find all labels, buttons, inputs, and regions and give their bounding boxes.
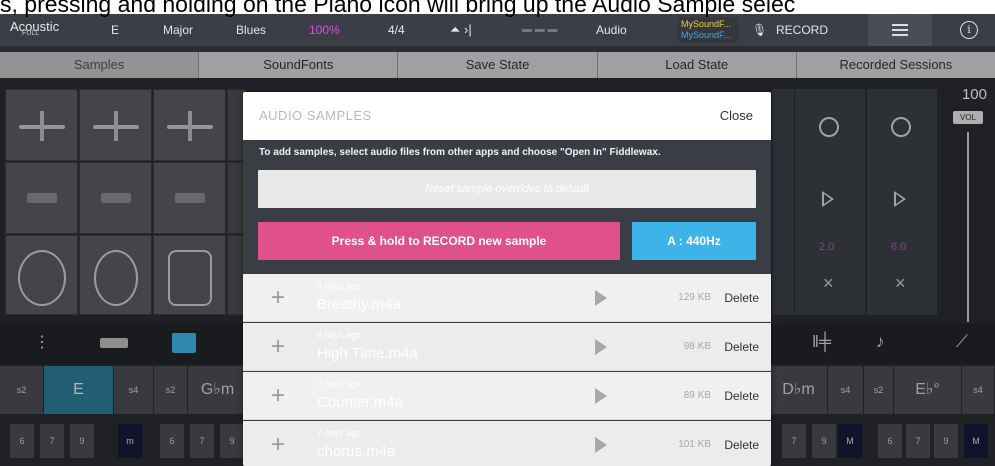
sample-row[interactable]: + 7 days ago chorus.m4a 101 KB Delete	[243, 421, 771, 466]
dialog-instructions: To add samples, select audio files from …	[259, 147, 661, 158]
tuning-button[interactable]: A : 440Hz	[632, 222, 756, 260]
microphone-icon[interactable]: 🎙	[752, 14, 767, 46]
soundfont-secondary: MySoundF...	[681, 30, 732, 40]
style-selector[interactable]: Blues	[236, 14, 266, 46]
sample-list: + 5 days ago Breathy.m4a 129 KB Delete +…	[243, 274, 771, 466]
sample-name: High Time.m4a	[317, 345, 418, 362]
dialog-title: AUDIO SAMPLES	[259, 108, 372, 123]
tempo-control[interactable]: 100%	[309, 14, 340, 46]
sample-name: chorus.m4a	[317, 443, 396, 460]
sample-date: 6 days ago	[317, 330, 362, 340]
play-icon[interactable]	[595, 388, 607, 404]
add-icon[interactable]: +	[271, 335, 285, 359]
add-icon[interactable]: +	[271, 433, 285, 457]
sample-row[interactable]: + 5 days ago Breathy.m4a 129 KB Delete	[243, 274, 771, 322]
delete-button[interactable]: Delete	[724, 291, 759, 305]
sample-size: 129 KB	[678, 292, 711, 303]
hamburger-icon	[892, 24, 908, 26]
info-icon[interactable]: i	[960, 21, 978, 39]
level-meter-icon: ▬ ▬ ▬	[522, 24, 558, 35]
audio-samples-dialog: AUDIO SAMPLES Close To add samples, sele…	[243, 92, 771, 466]
sample-date: 7 days ago	[317, 428, 362, 438]
sample-name: Counter.m4a	[317, 394, 403, 411]
sample-name: Breathy.m4a	[317, 296, 401, 313]
sample-size: 89 KB	[683, 390, 711, 401]
sample-date: 5 days ago	[317, 281, 362, 291]
audio-label: Audio	[596, 23, 627, 37]
dialog-header: AUDIO SAMPLES Close	[243, 92, 771, 140]
sample-row[interactable]: + 6 days ago High Time.m4a 98 KB Delete	[243, 323, 771, 371]
add-icon[interactable]: +	[271, 286, 285, 310]
record-label[interactable]: RECORD	[776, 14, 828, 46]
metronome-icon[interactable]: ⏶ ›|	[450, 14, 472, 46]
soundfont-primary: MySoundF...	[681, 19, 732, 29]
menu-button[interactable]	[868, 14, 932, 46]
play-icon[interactable]	[595, 339, 607, 355]
delete-button[interactable]: Delete	[724, 340, 759, 354]
close-button[interactable]: Close	[720, 108, 753, 123]
play-icon[interactable]	[595, 437, 607, 453]
delete-button[interactable]: Delete	[724, 438, 759, 452]
sample-size: 101 KB	[678, 439, 711, 450]
delete-button[interactable]: Delete	[724, 389, 759, 403]
instrument-subtitle: FULL	[22, 30, 40, 37]
soundfont-display[interactable]: MySoundF... MySoundF...	[678, 17, 738, 43]
sample-date: 7 days ago	[317, 379, 362, 389]
add-icon[interactable]: +	[271, 384, 285, 408]
time-signature[interactable]: 4/4	[388, 14, 405, 46]
key-selector[interactable]: E	[111, 14, 119, 46]
caption-text: s, pressing and holding on the Piano ico…	[0, 0, 796, 17]
sample-row[interactable]: + 7 days ago Counter.m4a 89 KB Delete	[243, 372, 771, 420]
play-icon[interactable]	[595, 290, 607, 306]
top-bar: Acoustic FULL E Major Blues 100% 4/4 ⏶ ›…	[0, 14, 995, 46]
scale-selector[interactable]: Major	[163, 14, 193, 46]
reset-overrides-button[interactable]: Reset sample overrides to default	[258, 170, 756, 208]
sample-size: 98 KB	[683, 341, 711, 352]
record-sample-button[interactable]: Press & hold to RECORD new sample	[258, 222, 620, 260]
